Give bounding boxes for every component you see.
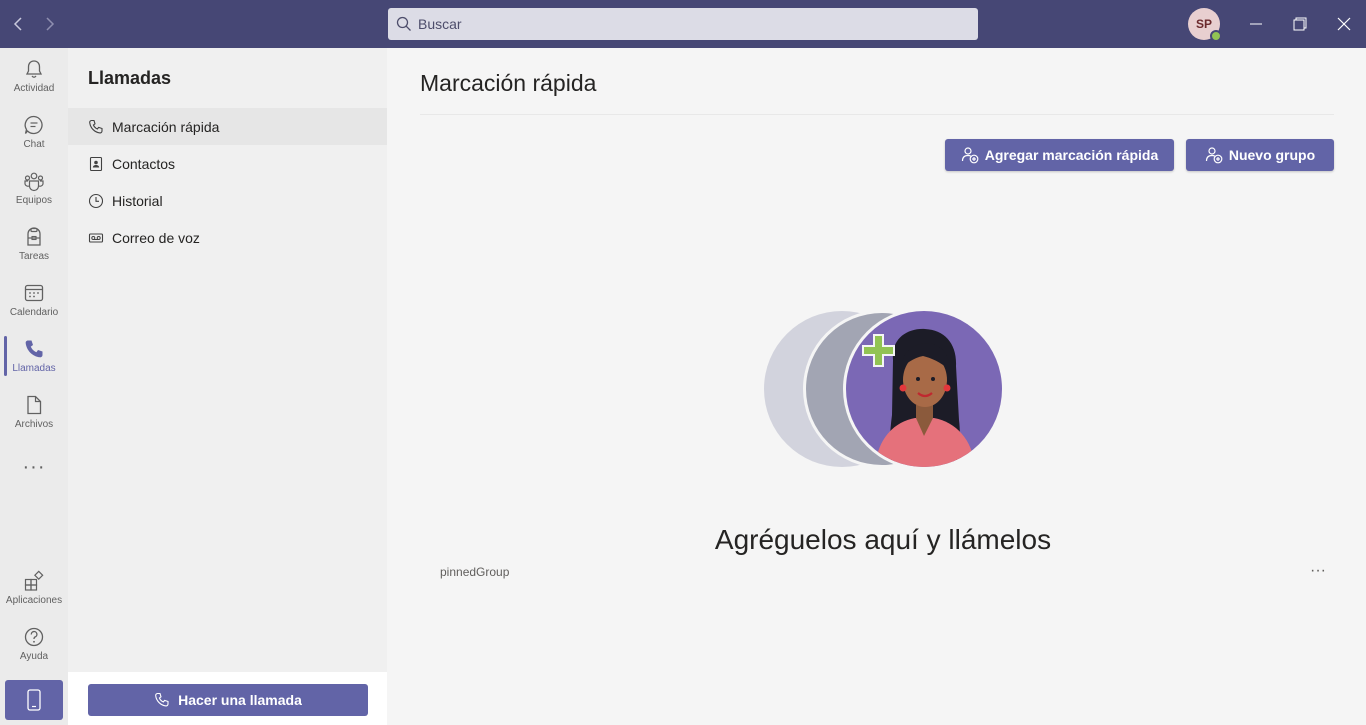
nav-item-contacts[interactable]: Contactos [68, 145, 387, 182]
nav-item-label: Historial [112, 192, 163, 209]
rail-item-calendar[interactable]: Calendario [0, 272, 68, 328]
divider [420, 114, 1334, 115]
chevron-right-icon [46, 17, 55, 31]
close-icon [1337, 17, 1351, 31]
device-button[interactable] [5, 680, 63, 720]
restore-icon [1293, 17, 1307, 31]
add-group-icon [1205, 147, 1223, 164]
rail-label: Aplicaciones [5, 595, 63, 606]
page-title: Marcación rápida [420, 70, 597, 96]
close-button[interactable] [1332, 12, 1356, 36]
rail-label: Archivos [14, 419, 54, 430]
rail-item-teams[interactable]: Equipos [0, 160, 68, 216]
speed-dial-illustration [764, 310, 1005, 468]
rail-item-activity[interactable]: Actividad [0, 48, 68, 104]
phone-icon [25, 340, 43, 358]
app-rail: Actividad Chat Equipos Tareas Calendario… [0, 48, 68, 725]
apps-icon [24, 570, 44, 591]
help-icon [24, 627, 44, 647]
add-speed-dial-label: Agregar marcación rápida [984, 147, 1159, 163]
pane-footer: Hacer una llamada [68, 672, 387, 725]
maximize-button[interactable] [1288, 12, 1312, 36]
nav-item-history[interactable]: Historial [68, 182, 387, 219]
calls-pane: Llamadas Marcación rápida Contactos Hist… [68, 48, 387, 725]
rail-label: Actividad [13, 83, 55, 94]
search-input[interactable] [418, 16, 958, 32]
file-icon [27, 395, 42, 415]
more-apps-button[interactable]: ··· [0, 451, 68, 483]
tasks-icon [27, 227, 41, 246]
phone-outline-icon [89, 119, 103, 133]
calendar-icon [24, 284, 44, 302]
more-options-button[interactable]: ··· [1307, 560, 1329, 582]
rail-item-apps[interactable]: Aplicaciones [0, 560, 68, 616]
minimize-icon [1250, 23, 1262, 25]
contact-card-icon [89, 156, 103, 171]
rail-item-chat[interactable]: Chat [0, 104, 68, 160]
rail-item-files[interactable]: Archivos [0, 384, 68, 440]
nav-item-speed-dial[interactable]: Marcación rápida [68, 108, 387, 145]
add-person-icon [961, 147, 979, 164]
rail-label: Ayuda [19, 651, 49, 662]
rail-label: Tareas [18, 251, 49, 262]
new-group-label: Nuevo grupo [1228, 147, 1316, 163]
rail-label: Equipos [15, 195, 53, 206]
empty-state-title: Agréguelos aquí y llámelos [714, 524, 1052, 555]
back-button[interactable] [7, 12, 31, 36]
main-content: Marcación rápida Agregar marcación rápid… [387, 48, 1366, 725]
new-group-button[interactable]: Nuevo grupo [1186, 139, 1334, 171]
nav-item-label: Contactos [112, 155, 176, 172]
rail-label: Llamadas [12, 363, 56, 374]
presence-available-icon [1210, 30, 1222, 42]
make-call-label: Hacer una llamada [178, 692, 302, 708]
search-box[interactable] [388, 8, 978, 40]
pane-title: Llamadas [88, 68, 172, 88]
rail-label: Calendario [9, 307, 59, 318]
rail-item-help[interactable]: Ayuda [0, 616, 68, 672]
add-speed-dial-button[interactable]: Agregar marcación rápida [945, 139, 1174, 171]
voicemail-icon [88, 232, 104, 243]
title-bar: SP [0, 0, 1366, 48]
chevron-left-icon [13, 17, 22, 31]
avatar[interactable]: SP [1188, 8, 1222, 42]
teams-icon [24, 172, 44, 192]
phone-outline-icon [155, 692, 169, 707]
nav-item-label: Correo de voz [112, 229, 200, 246]
search-icon [396, 16, 411, 31]
avatar-initials: SP [1195, 17, 1212, 31]
nav-item-label: Marcación rápida [112, 118, 220, 135]
make-call-button[interactable]: Hacer una llamada [88, 684, 368, 716]
pinned-group-label: pinnedGroup [440, 565, 510, 579]
chat-icon [24, 115, 43, 135]
forward-button[interactable] [37, 12, 61, 36]
clock-icon [88, 193, 104, 208]
bell-icon [25, 60, 43, 78]
rail-item-tasks[interactable]: Tareas [0, 216, 68, 272]
rail-label: Chat [23, 139, 45, 150]
mobile-phone-icon [27, 689, 41, 711]
rail-item-calls[interactable]: Llamadas [0, 328, 68, 384]
minimize-button[interactable] [1244, 12, 1268, 36]
nav-item-voicemail[interactable]: Correo de voz [68, 219, 387, 256]
